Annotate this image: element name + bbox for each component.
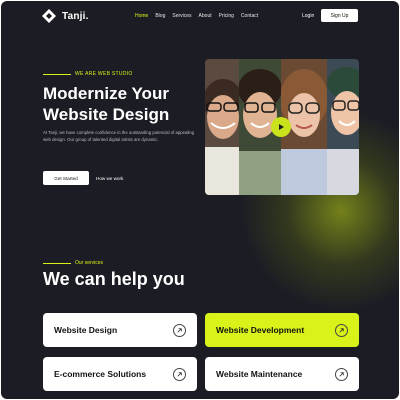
main-nav: Home Blog Services About Pricing Contact [135, 13, 258, 19]
service-card-website-design[interactable]: Website Design [43, 313, 197, 347]
play-icon [279, 124, 284, 130]
arrow-up-right-icon [335, 323, 348, 337]
nav-item-pricing[interactable]: Pricing [219, 13, 234, 19]
brand-name: Tanji. [62, 10, 89, 22]
team-photo-1 [205, 59, 239, 195]
service-card-website-maintenance[interactable]: Website Maintenance [205, 357, 359, 391]
site-header: Tanji. Home Blog Services About Pricing … [1, 1, 399, 31]
arrow-up-right-icon [173, 323, 186, 337]
arrow-up-right-icon [335, 367, 348, 381]
service-card-label: Website Design [54, 325, 118, 335]
eyebrow-line [43, 262, 71, 264]
hero-title-line2: Website Design [43, 105, 170, 124]
services-eyebrow-text: Our services [75, 260, 104, 266]
nav-item-blog[interactable]: Blog [155, 13, 165, 19]
brand-logo[interactable]: Tanji. [42, 9, 89, 23]
login-link[interactable]: Login [302, 13, 314, 19]
logo-diamond-icon [42, 9, 56, 23]
play-video-button[interactable] [271, 117, 291, 137]
service-card-label: Website Maintenance [216, 369, 303, 379]
eyebrow-line [43, 73, 71, 75]
hero-eyebrow: WE ARE WEB STUDIO [43, 71, 133, 77]
service-card-label: Website Development [216, 325, 305, 335]
nav-item-services[interactable]: Services [172, 13, 191, 19]
hero-title-line1: Modernize Your [43, 84, 169, 103]
how-we-work-link[interactable]: How we work [96, 176, 123, 181]
nav-item-about[interactable]: About [199, 13, 212, 19]
services-eyebrow: Our services [43, 260, 103, 266]
page-frame: Tanji. Home Blog Services About Pricing … [1, 1, 399, 399]
team-photo-4 [327, 59, 359, 195]
hero-title: Modernize Your Website Design [43, 83, 203, 125]
nav-item-home[interactable]: Home [135, 13, 148, 19]
service-card-label: E-commerce Solutions [54, 369, 147, 379]
hero-eyebrow-text: WE ARE WEB STUDIO [75, 71, 133, 77]
service-card-website-development[interactable]: Website Development [205, 313, 359, 347]
get-started-button[interactable]: Get Started [43, 171, 89, 185]
signup-button[interactable]: Sign Up [321, 9, 358, 22]
nav-item-contact[interactable]: Contact [241, 13, 258, 19]
services-title: We can help you [43, 269, 185, 289]
service-card-ecommerce-solutions[interactable]: E-commerce Solutions [43, 357, 197, 391]
hero-description: At Tanji, we have complete confidence in… [43, 130, 195, 142]
arrow-up-right-icon [173, 367, 186, 381]
